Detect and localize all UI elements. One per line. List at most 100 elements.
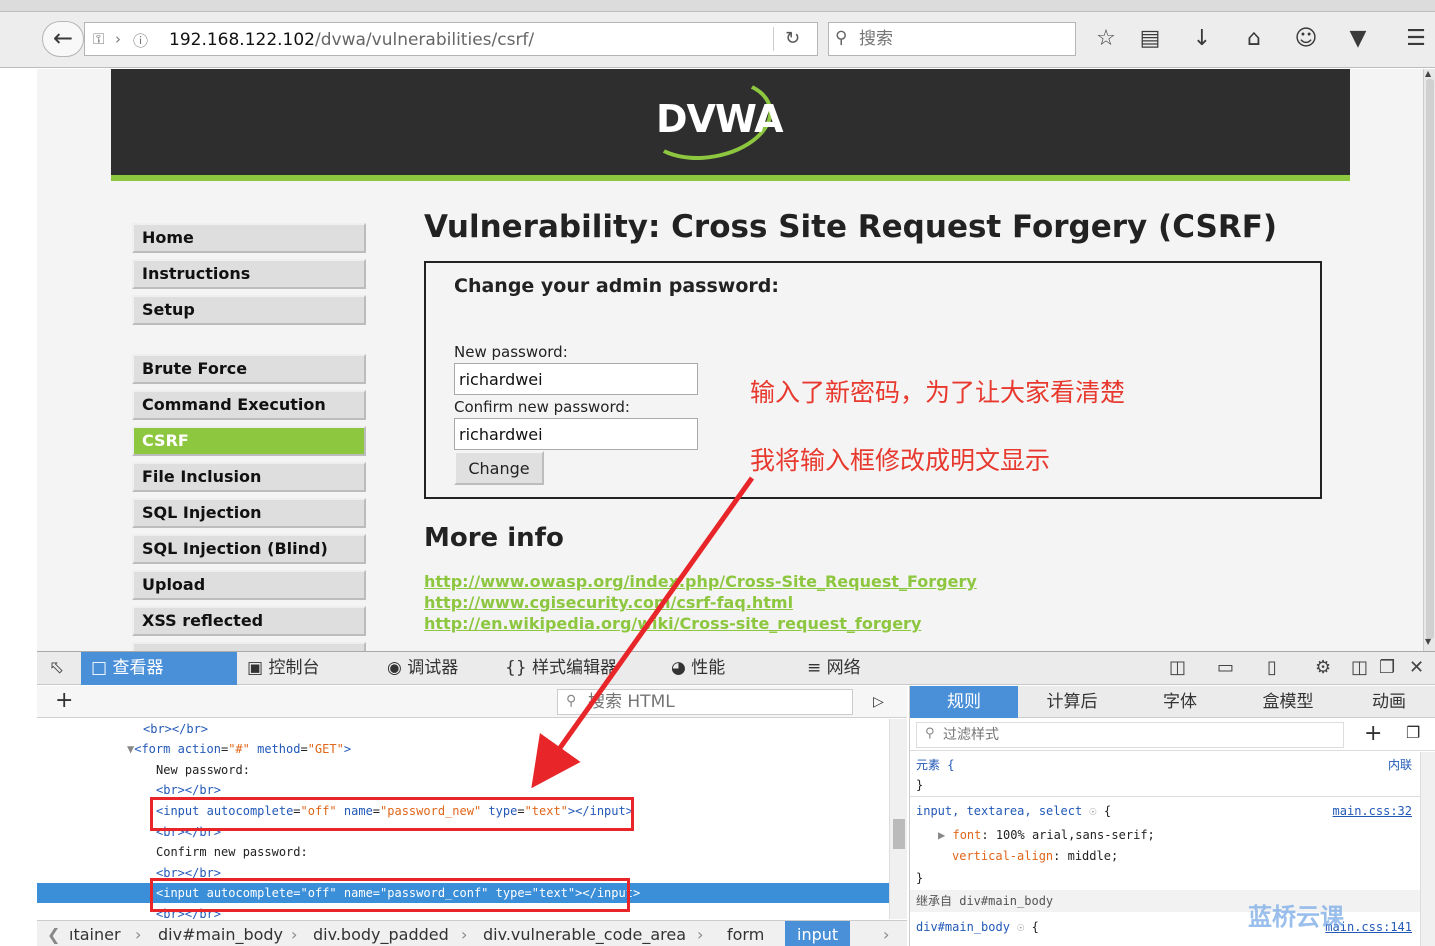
rule-main-body-selector[interactable]: div#main_body ☉ { — [916, 918, 1039, 936]
chevron-left-icon[interactable]: ❮ — [47, 921, 60, 946]
bookmark-star-icon[interactable]: ☆ — [1092, 27, 1120, 51]
breadcrumb-body-padded[interactable]: div.body_padded — [313, 921, 449, 946]
key-icon[interactable]: ⚿ — [93, 30, 104, 48]
add-rule-button[interactable]: + — [1364, 721, 1382, 746]
property-name: font — [952, 828, 982, 842]
menu-item-upload[interactable]: Upload — [132, 570, 366, 600]
element-picker-icon[interactable]: ⬁ — [49, 657, 64, 678]
breadcrumb-input[interactable]: input — [785, 921, 851, 946]
tab-inspector[interactable]: □ 查看器 — [81, 652, 237, 685]
menu-item-sql-injection[interactable]: SQL Injection — [132, 498, 366, 528]
dock-side-icon[interactable]: ◫ — [1351, 657, 1368, 678]
menu-item-setup[interactable]: Setup — [132, 295, 366, 325]
menu-item-sql-injection-blind[interactable]: SQL Injection (Blind) — [132, 534, 366, 564]
tab-performance[interactable]: ◕ 性能 — [661, 652, 771, 685]
tab-network-label: 网络 — [826, 658, 861, 678]
back-button[interactable]: ← — [42, 21, 84, 57]
menu-item-partial[interactable] — [132, 642, 366, 651]
tab-network[interactable]: ≡ 网络 — [797, 652, 907, 685]
selector-highlight-icon[interactable]: ☉ — [1089, 804, 1096, 818]
tab-animations[interactable]: 动画 — [1342, 686, 1435, 718]
cgisecurity-link[interactable]: http://www.cgisecurity.com/csrf-faq.html — [424, 593, 793, 612]
tab-style-editor[interactable]: {} 样式编辑器 — [495, 652, 645, 685]
menu-item-csrf[interactable]: CSRF — [132, 426, 366, 456]
tab-fonts[interactable]: 字体 — [1126, 686, 1234, 718]
html-search-input[interactable] — [588, 692, 848, 712]
breadcrumb-container[interactable]: ıtainer — [69, 921, 121, 946]
page-scrollbar[interactable]: ▲ ▼ — [1423, 69, 1435, 651]
add-node-button[interactable]: + — [55, 688, 73, 713]
rules-scrollbar[interactable] — [1420, 752, 1435, 946]
markup-line-text[interactable]: New password: — [37, 760, 889, 780]
breadcrumb-vulnerable-code-area[interactable]: div.vulnerable_code_area — [483, 921, 686, 946]
markup-line[interactable]: <br></br> — [37, 719, 889, 739]
copy-icon[interactable]: ❐ — [1406, 723, 1420, 742]
filter-styles-box[interactable]: ⚲ — [916, 722, 1344, 748]
menu-item-brute-force[interactable]: Brute Force — [132, 354, 366, 384]
reload-icon[interactable]: ↻ — [785, 28, 800, 49]
markup-scrollbar[interactable] — [889, 719, 907, 919]
watermark-logo: 蓝桥云课 — [1248, 903, 1344, 931]
layout-split-icon[interactable]: ◫ — [1169, 657, 1186, 678]
search-input[interactable] — [859, 28, 1059, 50]
markup-scroll-thumb[interactable] — [893, 819, 905, 849]
close-devtools-icon[interactable]: ✕ — [1409, 657, 1424, 678]
rule-input-selector[interactable]: input, textarea, select ☉ { — [916, 802, 1111, 820]
form-tag: <form — [134, 742, 171, 756]
element-rule-selector[interactable]: 元素 { — [916, 756, 954, 774]
bookmarks-list-icon[interactable]: ▤ — [1136, 27, 1164, 51]
new-password-input[interactable] — [454, 363, 698, 395]
tab-computed[interactable]: 计算后 — [1018, 686, 1126, 718]
menu-item-file-inclusion[interactable]: File Inclusion — [132, 462, 366, 492]
brace-open: { — [1103, 804, 1112, 818]
menu-item-xss-reflected[interactable]: XSS reflected — [132, 606, 366, 636]
markup-line-text[interactable]: Confirm new password: — [37, 842, 889, 862]
markup-line-form[interactable]: ▼<form action="#" method="GET"> — [37, 739, 889, 759]
pocket-icon[interactable]: ▼ — [1344, 27, 1372, 51]
confirm-password-input[interactable] — [454, 418, 698, 450]
scroll-up-icon[interactable]: ▲ — [1425, 69, 1431, 78]
selector-highlight-icon[interactable]: ☉ — [1017, 920, 1024, 934]
owasp-link[interactable]: http://www.owasp.org/index.php/Cross-Sit… — [424, 572, 977, 591]
rule-source-link[interactable]: main.css:32 — [1333, 802, 1412, 820]
expand-triangle-icon[interactable]: ▶ — [938, 828, 945, 842]
annotation-line-2: 我将输入框修改成明文显示 — [750, 446, 1051, 475]
breadcrumb-main-body[interactable]: div#main_body — [158, 921, 283, 946]
wikipedia-link[interactable]: http://en.wikipedia.org/wiki/Cross-site_… — [424, 614, 921, 633]
menu-icon[interactable]: ☰ — [1402, 27, 1430, 51]
chat-icon[interactable]: ☺ — [1292, 27, 1320, 51]
tab-box-model[interactable]: 盒模型 — [1234, 686, 1342, 718]
rules-tabs: 规则 计算后 字体 盒模型 动画 — [910, 686, 1435, 718]
settings-gear-icon[interactable]: ⚙ — [1315, 657, 1331, 678]
responsive-icon[interactable]: ▭ — [1217, 657, 1234, 678]
scroll-down-icon[interactable]: ▼ — [1425, 637, 1431, 646]
menu-item-home[interactable]: Home — [132, 223, 366, 253]
html-search-box[interactable]: ⚲ — [557, 689, 853, 715]
declaration-font[interactable]: ▶ font: 100% arial,sans-serif; — [938, 826, 1155, 844]
url-bar[interactable]: ⚿ › ⓘ 192.168.122.102/dvwa/vulnerabiliti… — [84, 22, 818, 56]
download-icon[interactable]: ↓ — [1188, 27, 1216, 51]
info-icon[interactable]: ⓘ — [133, 30, 148, 51]
declaration-vertical-align[interactable]: vertical-align: middle; — [952, 847, 1118, 865]
menu-item-instructions[interactable]: Instructions — [132, 259, 366, 289]
url-text[interactable]: 192.168.122.102/dvwa/vulnerabilities/csr… — [169, 30, 534, 50]
tab-rules[interactable]: 规则 — [910, 686, 1018, 718]
page-scroll-thumb[interactable] — [1426, 79, 1434, 639]
rule-close: } — [916, 871, 924, 885]
menu-item-command-execution[interactable]: Command Execution — [132, 390, 366, 420]
search-bar[interactable]: ⚲ — [828, 22, 1076, 56]
property-value: middle; — [1067, 849, 1119, 863]
change-button[interactable]: Change — [454, 451, 544, 485]
separate-window-icon[interactable]: ❐ — [1379, 657, 1395, 678]
screenshot-icon[interactable]: ▯ — [1267, 657, 1277, 678]
tab-console[interactable]: ▣ 控制台 — [237, 652, 357, 685]
filter-styles-input[interactable] — [943, 726, 1323, 744]
toggle-sidebar-icon[interactable]: ▷ — [873, 694, 884, 710]
text-node: New password: — [156, 763, 250, 777]
tab-debugger[interactable]: ◉ 调试器 — [377, 652, 497, 685]
breadcrumb-form[interactable]: form — [727, 921, 764, 946]
home-icon[interactable]: ⌂ — [1240, 27, 1268, 51]
text-node: Confirm new password: — [156, 845, 308, 859]
gauge-icon: ◕ — [671, 658, 686, 678]
chevron-right-icon[interactable]: › — [883, 921, 889, 946]
